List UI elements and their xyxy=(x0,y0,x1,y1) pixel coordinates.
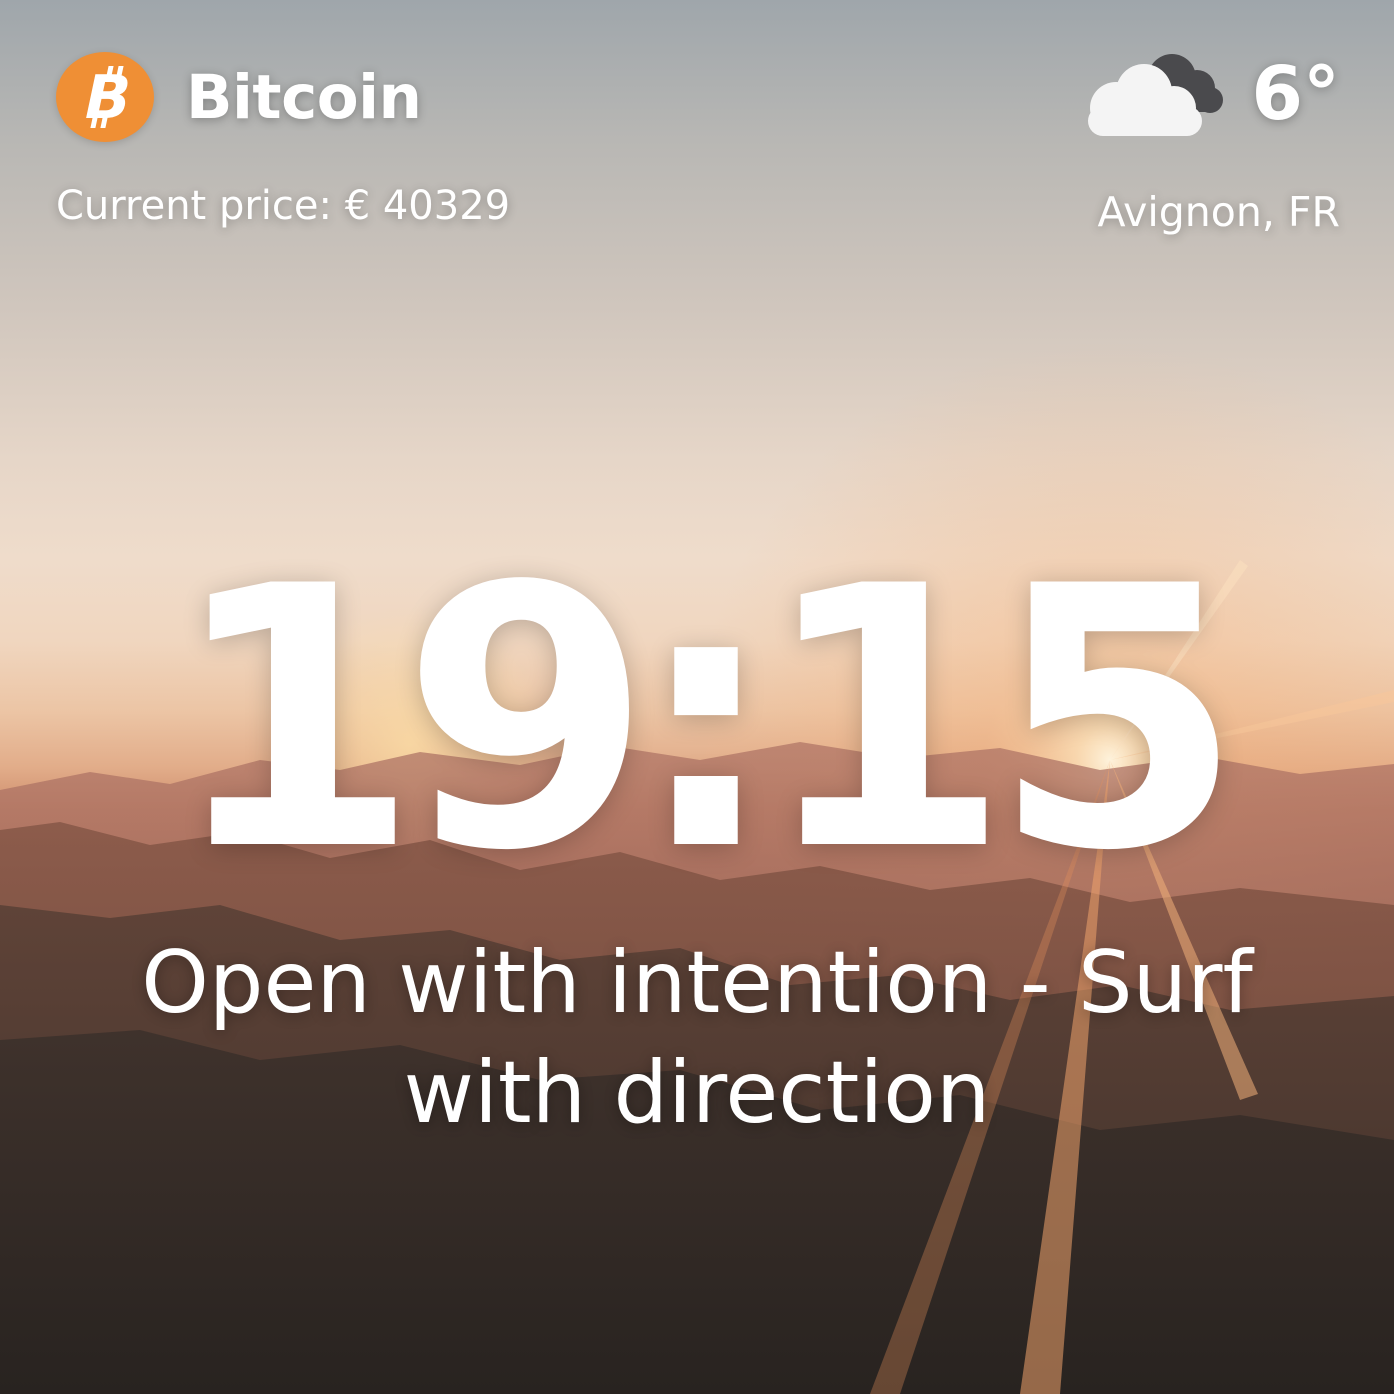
quote-line-2: with direction xyxy=(403,1043,991,1143)
bitcoin-price: Current price: € 40329 xyxy=(56,183,511,229)
quote-line-1: Open with intention - Surf xyxy=(141,933,1253,1033)
bitcoin-widget[interactable]: B Bitcoin Current price: € 40329 xyxy=(56,52,510,226)
temperature: 6° xyxy=(1251,51,1341,137)
quote: Open with intention - Surf with directio… xyxy=(0,928,1394,1148)
cloudy-icon xyxy=(1087,54,1223,136)
bitcoin-header: B Bitcoin xyxy=(56,52,510,142)
clock: 19:15 xyxy=(169,510,1243,929)
weather-widget[interactable]: 6° Avignon, FR xyxy=(1082,48,1341,236)
bitcoin-title: Bitcoin xyxy=(186,61,422,133)
location: Avignon, FR xyxy=(1097,188,1340,236)
bitcoin-icon: B xyxy=(56,52,154,142)
weather-header: 6° xyxy=(1082,48,1341,140)
